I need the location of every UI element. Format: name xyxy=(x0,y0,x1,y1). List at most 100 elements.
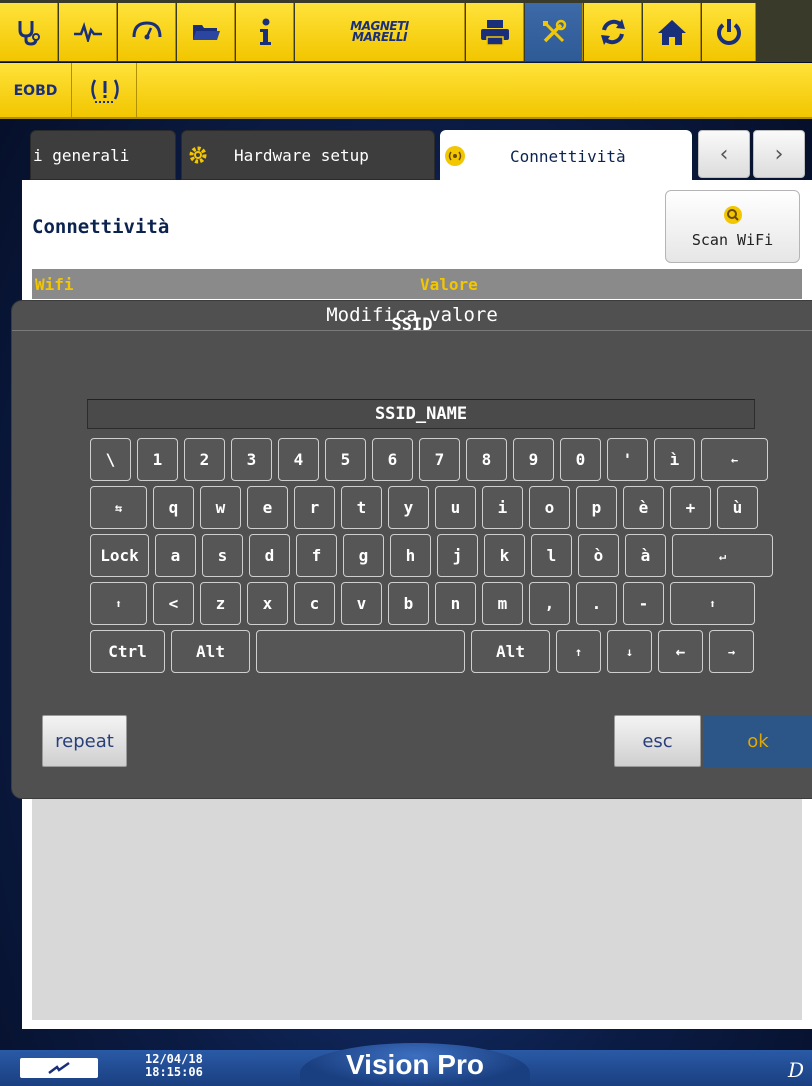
key-d[interactable]: d xyxy=(249,534,290,577)
key-char[interactable]: , xyxy=(529,582,570,625)
space-key[interactable] xyxy=(256,630,465,673)
ctrl-key[interactable]: Ctrl xyxy=(90,630,165,673)
connection-icon xyxy=(20,1058,98,1078)
key-w[interactable]: w xyxy=(200,486,241,529)
key-u[interactable]: u xyxy=(435,486,476,529)
key-y[interactable]: y xyxy=(388,486,429,529)
key-m[interactable]: m xyxy=(482,582,523,625)
key-5[interactable]: 5 xyxy=(325,438,366,481)
key-char[interactable]: ' xyxy=(607,438,648,481)
alt-key[interactable]: Alt xyxy=(471,630,550,673)
table-header: Wifi Valore xyxy=(32,269,802,299)
key-char[interactable]: è xyxy=(623,486,664,529)
key-n[interactable]: n xyxy=(435,582,476,625)
key-0[interactable]: 0 xyxy=(560,438,601,481)
tab-generali[interactable]: i generali xyxy=(30,130,176,180)
key-j[interactable]: j xyxy=(437,534,478,577)
refresh-icon[interactable] xyxy=(584,3,642,61)
key-k[interactable]: k xyxy=(484,534,525,577)
key-g[interactable]: g xyxy=(343,534,384,577)
key-char[interactable]: à xyxy=(625,534,666,577)
tab-hardware-setup-label: Hardware setup xyxy=(234,145,369,165)
top-toolbar: MAGNETI MARELLI xyxy=(0,0,812,62)
tools-icon[interactable] xyxy=(525,3,583,61)
folder-icon[interactable] xyxy=(177,3,235,61)
key-o[interactable]: o xyxy=(529,486,570,529)
key-b[interactable]: b xyxy=(388,582,429,625)
key-7[interactable]: 7 xyxy=(419,438,460,481)
gear-icon xyxy=(188,145,208,165)
eobd-button[interactable]: EOBD xyxy=(0,63,72,119)
field-name: SSID xyxy=(391,315,433,335)
key-z[interactable]: z xyxy=(200,582,241,625)
table-body xyxy=(32,790,802,1020)
brand-logo: MAGNETI MARELLI xyxy=(295,3,465,61)
pulse-icon[interactable] xyxy=(59,3,117,61)
edit-value-dialog: Modifica valore SSID SSID_NAME \ 1 2 3 4 5 6 7 8… xyxy=(12,301,812,798)
key-s[interactable]: s xyxy=(202,534,243,577)
home-icon[interactable] xyxy=(643,3,701,61)
key-3[interactable]: 3 xyxy=(231,438,272,481)
arrow-up-key[interactable]: ↑ xyxy=(556,630,601,673)
ok-button[interactable]: ok xyxy=(704,715,812,767)
esc-button[interactable]: esc xyxy=(614,715,701,767)
key-1[interactable]: 1 xyxy=(137,438,178,481)
tab-next-button[interactable]: › xyxy=(753,130,805,178)
scan-wifi-button[interactable]: Scan WiFi xyxy=(665,190,800,263)
key-v[interactable]: v xyxy=(341,582,382,625)
key-t[interactable]: t xyxy=(341,486,382,529)
key-char[interactable]: ò xyxy=(578,534,619,577)
wifi-signal-icon xyxy=(444,145,466,167)
shift-key[interactable]: ⬆ xyxy=(90,582,147,625)
info-icon[interactable] xyxy=(236,3,294,61)
arrow-right-key[interactable]: → xyxy=(709,630,754,673)
repeat-button[interactable]: repeat xyxy=(42,715,127,767)
key-8[interactable]: 8 xyxy=(466,438,507,481)
key-4[interactable]: 4 xyxy=(278,438,319,481)
key-r[interactable]: r xyxy=(294,486,335,529)
key-9[interactable]: 9 xyxy=(513,438,554,481)
gauge-icon[interactable] xyxy=(118,3,176,61)
secondary-toolbar: EOBD xyxy=(0,63,812,119)
tab-connettivita[interactable]: Connettività xyxy=(440,130,692,182)
key-6[interactable]: 6 xyxy=(372,438,413,481)
key-char[interactable]: + xyxy=(670,486,711,529)
arrow-down-key[interactable]: ↓ xyxy=(607,630,652,673)
status-time: 18:15:06 xyxy=(145,1065,203,1079)
key-p[interactable]: p xyxy=(576,486,617,529)
key-char[interactable]: ì xyxy=(654,438,695,481)
key-char[interactable]: . xyxy=(576,582,617,625)
key-h[interactable]: h xyxy=(390,534,431,577)
key-a[interactable]: a xyxy=(155,534,196,577)
power-icon[interactable] xyxy=(702,3,756,61)
key-f[interactable]: f xyxy=(296,534,337,577)
arrow-left-key[interactable]: ← xyxy=(658,630,703,673)
tpms-warning-icon[interactable] xyxy=(73,63,137,119)
stethoscope-icon[interactable] xyxy=(0,3,58,61)
datetime: 12/04/18 18:15:06 xyxy=(145,1053,203,1079)
key-char[interactable]: - xyxy=(623,582,664,625)
chevron-left-icon: ‹ xyxy=(719,141,729,167)
key-e[interactable]: e xyxy=(247,486,288,529)
enter-key[interactable]: ↵ xyxy=(672,534,773,577)
key-2[interactable]: 2 xyxy=(184,438,225,481)
key-q[interactable]: q xyxy=(153,486,194,529)
key-char[interactable]: ù xyxy=(717,486,758,529)
backspace-key[interactable]: ← xyxy=(701,438,768,481)
panel-title: Connettività xyxy=(32,216,170,238)
alt-key[interactable]: Alt xyxy=(171,630,250,673)
key-l[interactable]: l xyxy=(531,534,572,577)
value-input[interactable]: SSID_NAME xyxy=(87,399,755,429)
key-char[interactable]: \ xyxy=(90,438,131,481)
key-x[interactable]: x xyxy=(247,582,288,625)
column-header-valore: Valore xyxy=(420,275,478,294)
tab-prev-button[interactable]: ‹ xyxy=(698,130,750,178)
tab-hardware-setup[interactable]: Hardware setup xyxy=(181,130,435,180)
caps-lock-key[interactable]: Lock xyxy=(90,534,149,577)
key-char[interactable]: < xyxy=(153,582,194,625)
key-i[interactable]: i xyxy=(482,486,523,529)
printer-icon[interactable] xyxy=(466,3,524,61)
key-c[interactable]: c xyxy=(294,582,335,625)
shift-key[interactable]: ⬆ xyxy=(670,582,755,625)
tab-key[interactable]: ⇆ xyxy=(90,486,147,529)
